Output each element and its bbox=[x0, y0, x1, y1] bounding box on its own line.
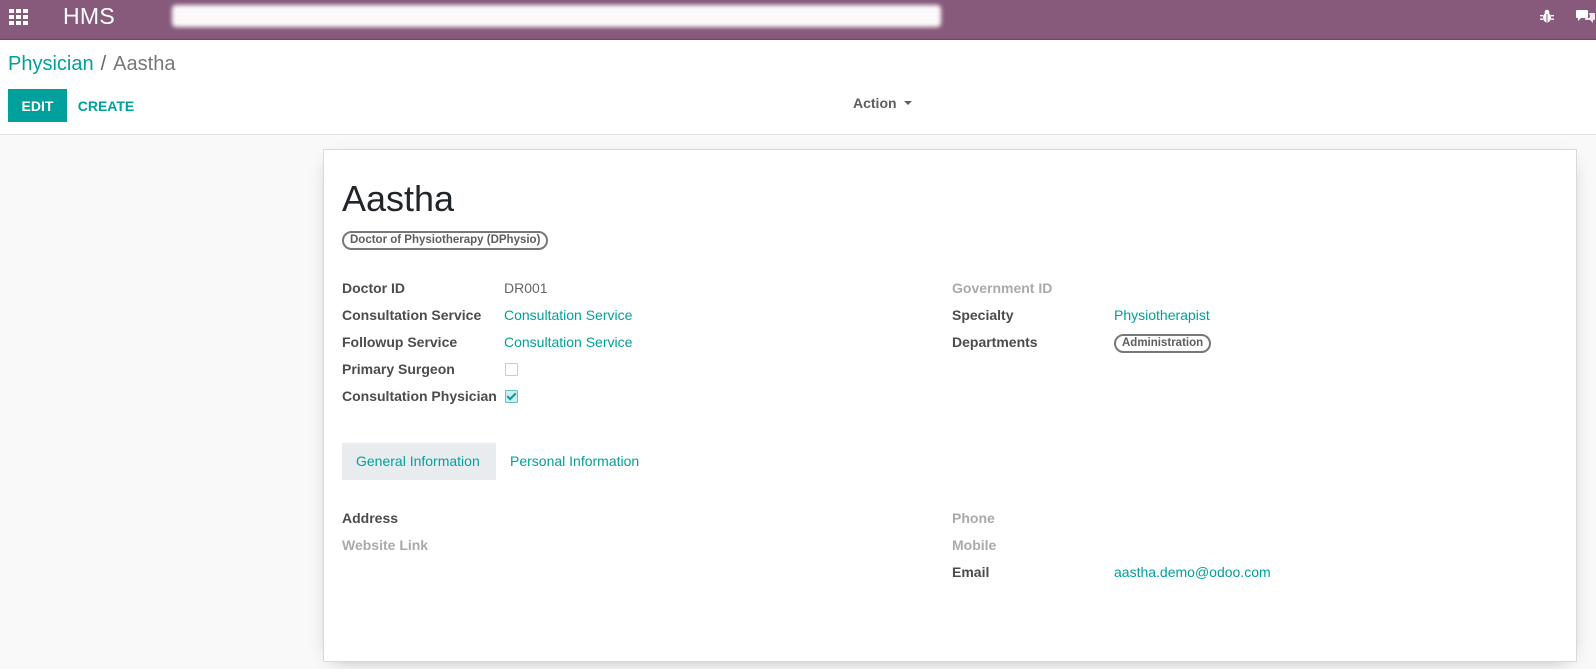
breadcrumb-separator: / bbox=[100, 53, 107, 75]
top-navbar: HMS bbox=[0, 0, 1596, 40]
primary-surgeon-label: Primary Surgeon bbox=[342, 361, 455, 377]
breadcrumb: Physician / Aastha bbox=[8, 53, 175, 76]
government-id-label: Government ID bbox=[952, 280, 1053, 296]
email-link[interactable]: aastha.demo@odoo.com bbox=[1114, 564, 1271, 580]
breadcrumb-current: Aastha bbox=[113, 53, 176, 75]
breadcrumb-physician[interactable]: Physician bbox=[8, 53, 94, 75]
create-button[interactable]: CREATE bbox=[68, 89, 144, 122]
control-panel: Physician / Aastha EDIT CREATE Action bbox=[0, 40, 1596, 135]
edit-button[interactable]: EDIT bbox=[8, 89, 67, 122]
notebook-tabs: General Information Personal Information bbox=[342, 443, 1557, 480]
consultation-physician-checkbox[interactable] bbox=[505, 390, 518, 403]
app-brand[interactable]: HMS bbox=[63, 3, 115, 30]
blurred-menu-bar bbox=[172, 5, 941, 27]
doctor-id-label: Doctor ID bbox=[342, 280, 405, 296]
form-sheet: Aastha Doctor of Physiotherapy (DPhysio)… bbox=[323, 149, 1577, 662]
email-label: Email bbox=[952, 564, 990, 580]
specialty-link[interactable]: Physiotherapist bbox=[1114, 307, 1210, 323]
mobile-label: Mobile bbox=[952, 537, 997, 553]
departments-label: Departments bbox=[952, 334, 1038, 350]
tab-personal-information[interactable]: Personal Information bbox=[496, 443, 653, 480]
followup-service-label: Followup Service bbox=[342, 334, 458, 350]
website-link-label: Website Link bbox=[342, 537, 429, 553]
chat-icon[interactable] bbox=[1576, 9, 1596, 24]
bug-icon[interactable] bbox=[1540, 9, 1554, 23]
primary-surgeon-checkbox[interactable] bbox=[505, 363, 518, 376]
tab-general-information[interactable]: General Information bbox=[342, 443, 496, 480]
doctor-id-value: DR001 bbox=[504, 280, 548, 296]
physician-name: Aastha bbox=[342, 178, 455, 219]
caret-down-icon bbox=[903, 101, 912, 105]
consultation-physician-label: Consultation Physician bbox=[342, 388, 497, 404]
address-label: Address bbox=[342, 510, 399, 526]
consultation-service-label: Consultation Service bbox=[342, 307, 482, 323]
specialty-label: Specialty bbox=[952, 307, 1014, 323]
consultation-service-link[interactable]: Consultation Service bbox=[504, 307, 632, 323]
degree-tag: Doctor of Physiotherapy (DPhysio) bbox=[342, 231, 549, 250]
action-dropdown[interactable]: Action bbox=[853, 95, 912, 111]
department-tag: Administration bbox=[1114, 334, 1212, 353]
followup-service-link[interactable]: Consultation Service bbox=[504, 334, 632, 350]
phone-label: Phone bbox=[952, 510, 995, 526]
action-dropdown-label: Action bbox=[853, 95, 897, 111]
grid-icon[interactable] bbox=[9, 9, 29, 26]
